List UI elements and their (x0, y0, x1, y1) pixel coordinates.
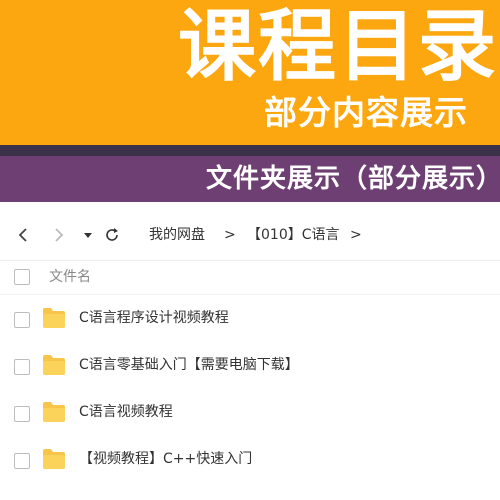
folder-icon (43, 449, 65, 469)
folder-icon (43, 355, 65, 375)
row-checkbox[interactable] (14, 406, 30, 422)
breadcrumb-separator: > (224, 227, 236, 243)
file-name[interactable]: C语言程序设计视频教程 (79, 308, 229, 328)
list-item[interactable]: C语言视频教程 (0, 390, 500, 436)
list-item[interactable]: 【视频教程】C++快速入门 (0, 437, 500, 483)
breadcrumb-c-language[interactable]: 【010】C语言 (247, 225, 340, 245)
divider-strip (0, 145, 500, 156)
row-checkbox[interactable] (14, 312, 30, 328)
section-bar-text: 文件夹展示（部分展示） (206, 164, 500, 194)
breadcrumb-separator: > (350, 227, 362, 243)
file-list-header: 文件名 (0, 260, 500, 295)
section-bar: 文件夹展示（部分展示） (0, 156, 500, 202)
list-item[interactable]: C语言程序设计视频教程 (0, 296, 500, 342)
promo-banner: 课程目录 部分内容展示 (0, 0, 500, 145)
caret-down-icon (84, 233, 92, 238)
folder-icon (43, 402, 65, 422)
file-name[interactable]: 【视频教程】C++快速入门 (79, 449, 252, 469)
forward-button[interactable] (48, 224, 70, 246)
select-all-checkbox[interactable] (14, 269, 30, 285)
back-button[interactable] (12, 224, 34, 246)
banner-title: 课程目录 (177, 2, 498, 92)
column-header-filename[interactable]: 文件名 (49, 267, 91, 287)
banner-subtitle: 部分内容展示 (264, 93, 468, 132)
navigation-bar: 我的网盘 > 【010】C语言 > (0, 210, 500, 261)
history-dropdown[interactable] (77, 224, 99, 246)
refresh-button[interactable] (101, 224, 123, 246)
refresh-icon (106, 228, 118, 241)
chevron-right-icon (55, 228, 64, 242)
folder-icon (43, 308, 65, 328)
chevron-left-icon (18, 228, 27, 242)
file-name[interactable]: C语言视频教程 (79, 402, 173, 422)
breadcrumb-my-drive[interactable]: 我的网盘 (149, 225, 205, 245)
file-name[interactable]: C语言零基础入门【需要电脑下载】 (79, 355, 299, 375)
list-item[interactable]: C语言零基础入门【需要电脑下载】 (0, 343, 500, 389)
row-checkbox[interactable] (14, 453, 30, 469)
row-checkbox[interactable] (14, 359, 30, 375)
